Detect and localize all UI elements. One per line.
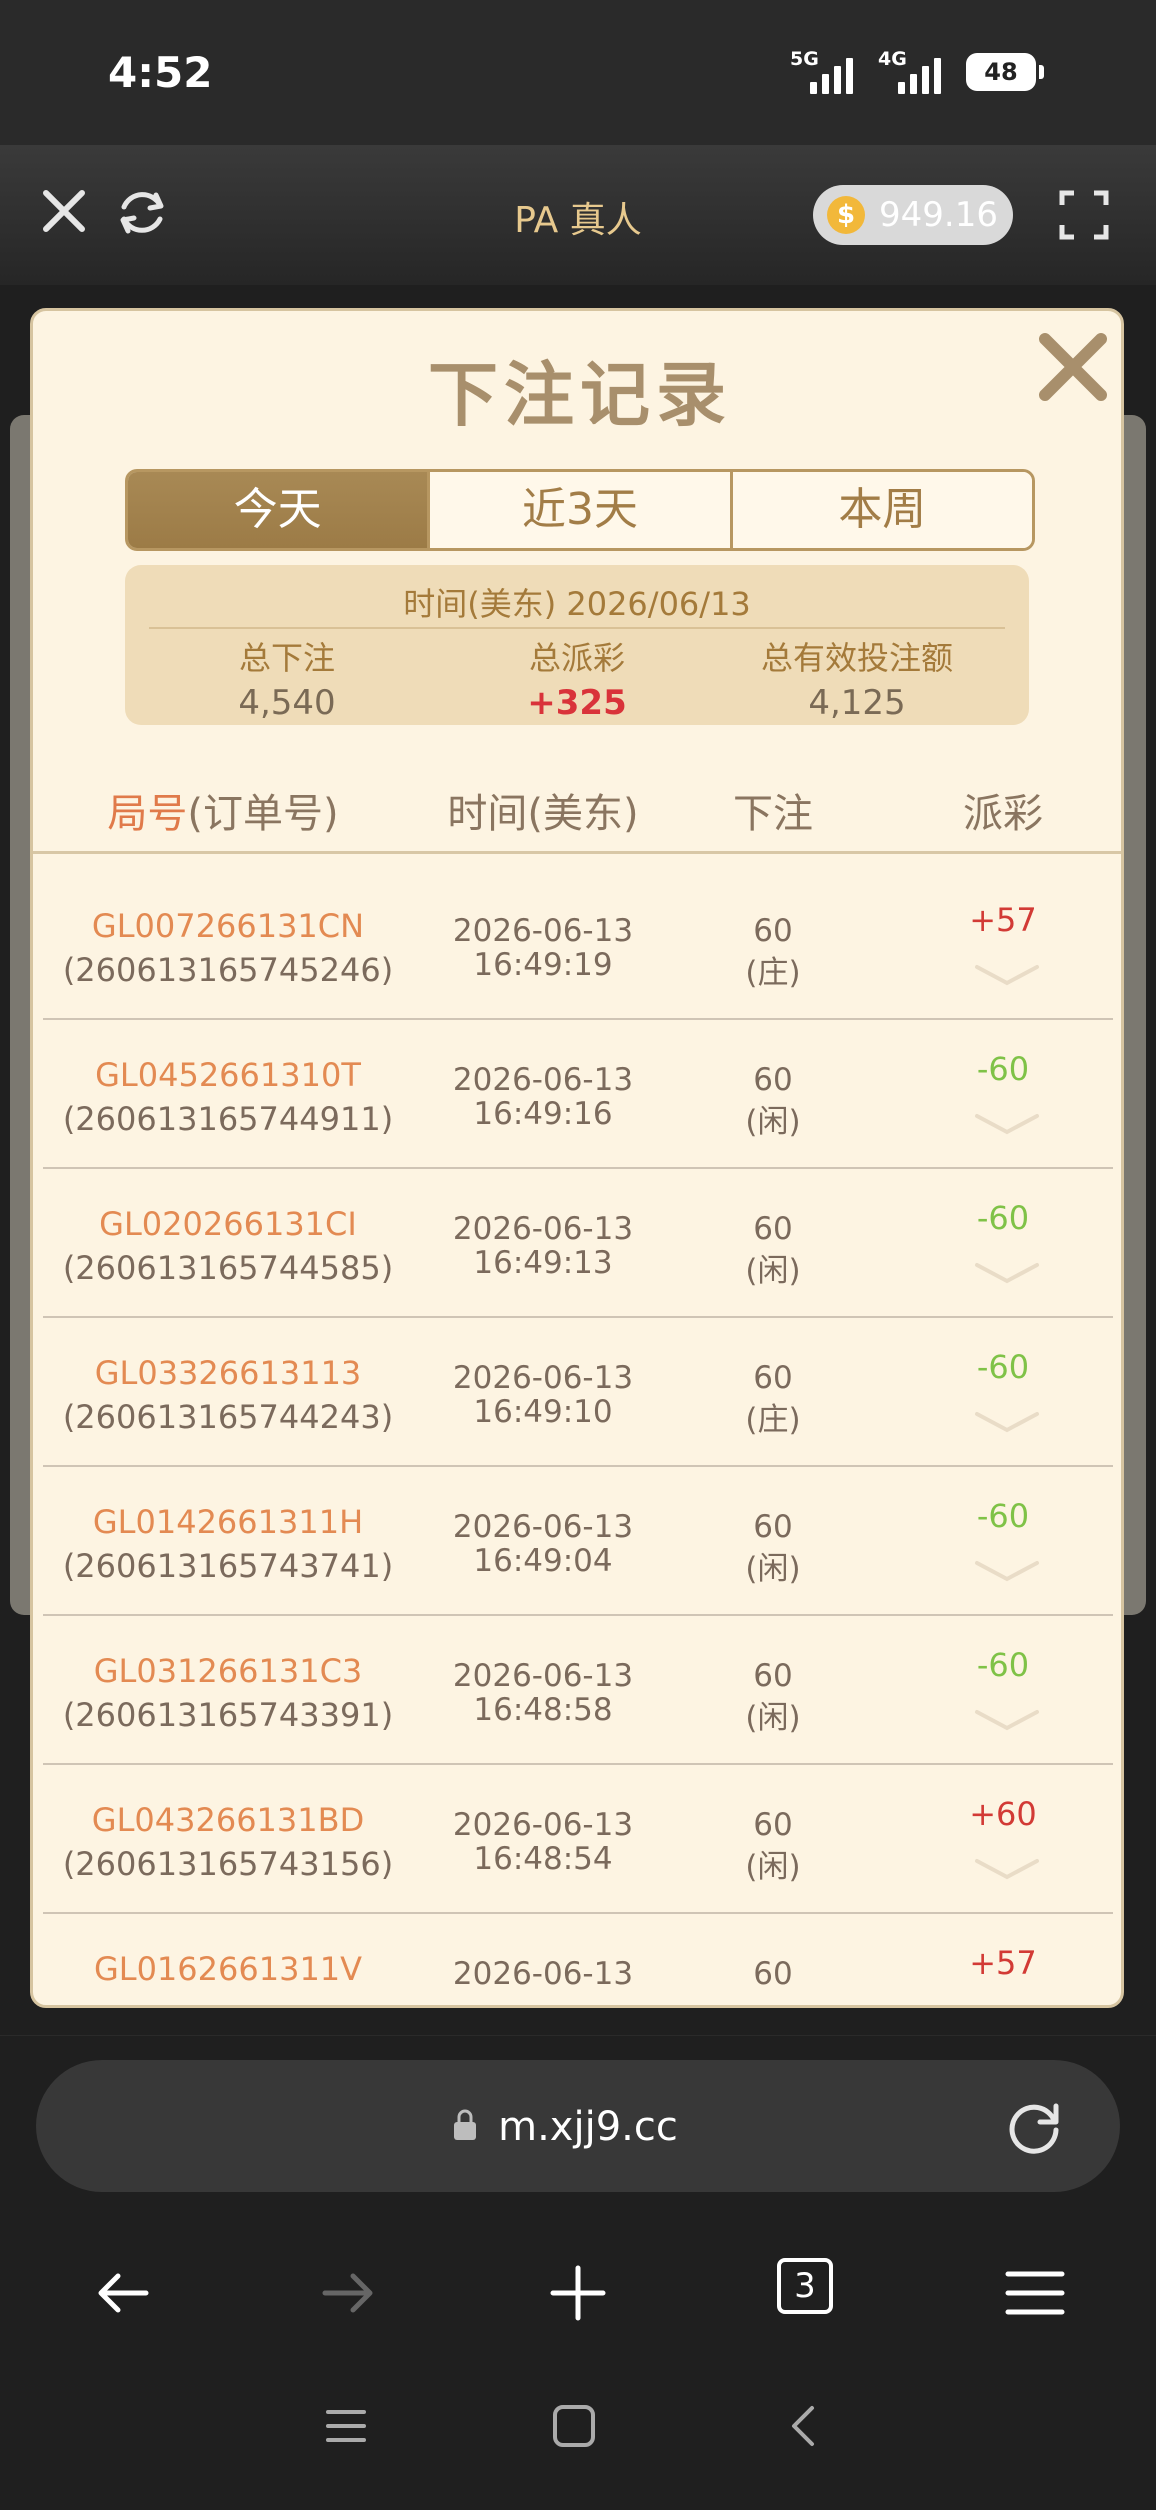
browser-address-bar: m.xjj9.cc bbox=[0, 2036, 1156, 2236]
close-icon[interactable] bbox=[1033, 327, 1113, 407]
chevron-down-icon[interactable] bbox=[973, 1708, 1041, 1734]
fullscreen-icon[interactable] bbox=[1058, 189, 1110, 241]
table-row[interactable]: GL03326613113 (260613165744243) 2026-06-… bbox=[43, 1318, 1113, 1467]
tab-week[interactable]: 本周 bbox=[729, 472, 1032, 548]
modal-title: 下注记录 bbox=[428, 354, 732, 436]
chevron-down-icon[interactable] bbox=[973, 1410, 1041, 1436]
home-icon[interactable] bbox=[550, 2402, 598, 2450]
table-row[interactable]: GL0142661311H (260613165743741) 2026-06-… bbox=[43, 1467, 1113, 1616]
column-header-id: 局号(订单号) bbox=[107, 791, 339, 837]
reload-icon[interactable] bbox=[1004, 2096, 1066, 2158]
back-icon[interactable] bbox=[780, 2402, 828, 2450]
chevron-down-icon[interactable] bbox=[973, 1112, 1041, 1138]
table-row[interactable]: GL043266131BD (260613165743156) 2026-06-… bbox=[43, 1765, 1113, 1914]
table-row[interactable]: GL020266131CI (260613165744585) 2026-06-… bbox=[43, 1169, 1113, 1318]
back-arrow-icon[interactable] bbox=[88, 2258, 158, 2328]
balance-badge: $ 949.16 bbox=[813, 185, 1013, 245]
table-row[interactable]: GL031266131C3 (260613165743391) 2026-06-… bbox=[43, 1616, 1113, 1765]
table-row[interactable]: GL0162661311V 2026-06-13 60 +57 bbox=[43, 1914, 1113, 1994]
url-text: m.xjj9.cc bbox=[498, 2104, 678, 2150]
tab-count-button[interactable]: 3 bbox=[777, 2258, 833, 2314]
column-header-payout: 派彩 bbox=[963, 791, 1043, 837]
plus-icon[interactable] bbox=[543, 2258, 613, 2328]
summary-total-payout: 总派彩 +325 bbox=[527, 639, 627, 723]
chevron-down-icon[interactable] bbox=[973, 963, 1041, 989]
tab-today[interactable]: 今天 bbox=[128, 472, 428, 548]
balance-value: 949.16 bbox=[879, 195, 998, 235]
chevron-down-icon[interactable] bbox=[973, 1559, 1041, 1585]
bet-record-modal: 下注记录 今天 近3天 本周 时间(美东) 2026/06/13 总下注 4,5… bbox=[30, 308, 1124, 2008]
system-nav-bar bbox=[0, 2346, 1156, 2510]
url-field[interactable]: m.xjj9.cc bbox=[36, 2060, 1120, 2192]
summary-panel: 时间(美东) 2026/06/13 总下注 4,540 总派彩 +325 总有效… bbox=[125, 565, 1029, 725]
column-header-time: 时间(美东) bbox=[447, 791, 639, 837]
chevron-down-icon[interactable] bbox=[973, 1261, 1041, 1287]
status-time: 4:52 bbox=[108, 48, 213, 97]
app-header: PA 真人 $ 949.16 bbox=[0, 145, 1156, 285]
table-header: 局号(订单号) 时间(美东) 下注 派彩 bbox=[33, 781, 1121, 851]
summary-total-bet: 总下注 4,540 bbox=[238, 639, 336, 723]
summary-total-valid: 总有效投注额 4,125 bbox=[760, 639, 953, 723]
table-row[interactable]: GL007266131CN (260613165745246) 2026-06-… bbox=[43, 871, 1113, 1020]
battery-icon: 48 bbox=[966, 53, 1044, 91]
tab-3days[interactable]: 近3天 bbox=[427, 472, 730, 548]
browser-toolbar: 3 bbox=[0, 2236, 1156, 2346]
menu-icon[interactable] bbox=[1000, 2258, 1070, 2328]
date-tabs: 今天 近3天 本周 bbox=[125, 469, 1035, 551]
signal-4g-icon: 4G bbox=[878, 48, 944, 94]
status-bar: 4:52 5G 4G 48 bbox=[0, 0, 1156, 145]
bet-list[interactable]: GL007266131CN (260613165745246) 2026-06-… bbox=[43, 871, 1113, 2005]
coin-icon: $ bbox=[827, 196, 865, 234]
signal-5g-icon: 5G bbox=[790, 48, 856, 94]
column-header-bet: 下注 bbox=[733, 791, 813, 837]
summary-date: 时间(美东) 2026/06/13 bbox=[403, 585, 751, 623]
status-icons: 5G 4G 48 bbox=[790, 48, 1044, 94]
recent-apps-icon[interactable] bbox=[322, 2402, 370, 2450]
chevron-down-icon[interactable] bbox=[973, 1857, 1041, 1883]
table-row[interactable]: GL0452661310T (260613165744911) 2026-06-… bbox=[43, 1020, 1113, 1169]
forward-arrow-icon[interactable] bbox=[313, 2258, 383, 2328]
